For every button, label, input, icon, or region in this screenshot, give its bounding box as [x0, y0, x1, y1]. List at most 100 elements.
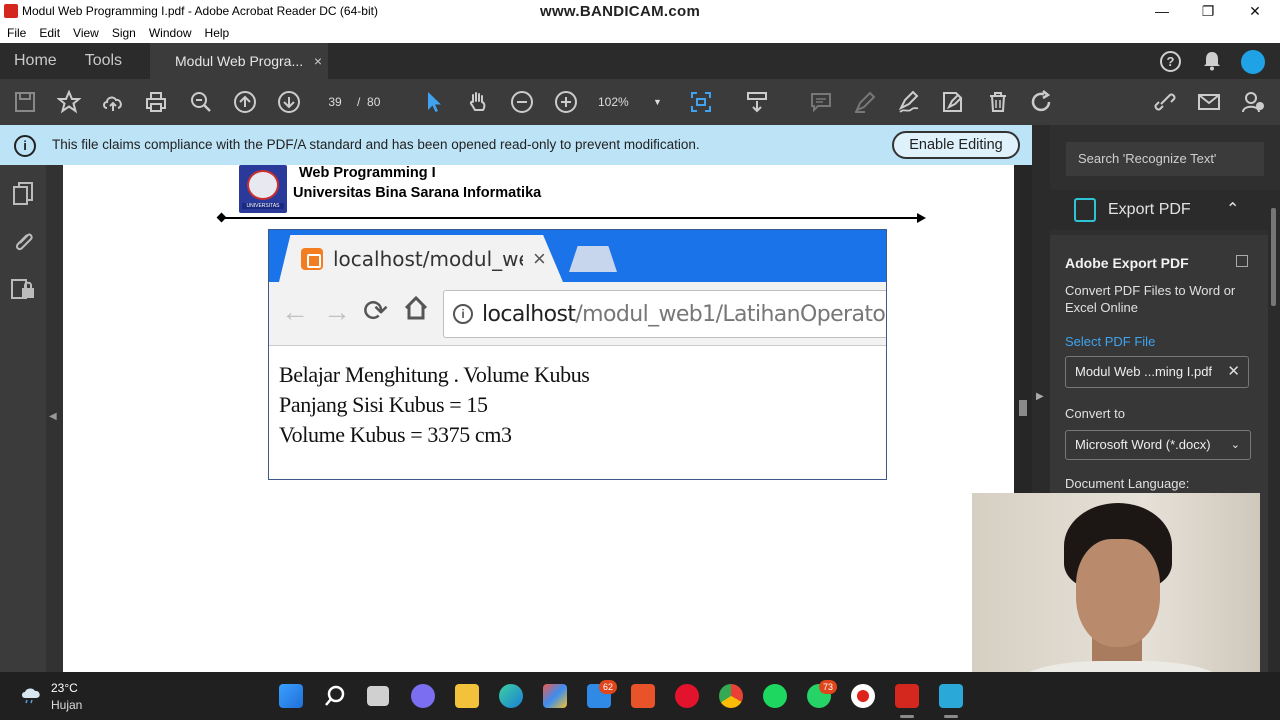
account-avatar[interactable]: [1241, 50, 1265, 74]
left-panel-collapse[interactable]: ◀: [46, 165, 63, 672]
right-panel-scrollbar-thumb[interactable]: [1271, 208, 1276, 306]
zoom-search-icon[interactable]: [188, 89, 214, 115]
export-title: Adobe Export PDF: [1065, 255, 1189, 271]
selected-file-name: Modul Web ...ming I.pdf: [1075, 364, 1213, 379]
menu-window[interactable]: Window: [142, 26, 198, 40]
save-icon[interactable]: [12, 89, 38, 115]
close-tab-icon[interactable]: ×: [314, 43, 322, 79]
zoom-in-icon[interactable]: [553, 89, 579, 115]
browser-url-box: i localhost/modul_web1/LatihanOperator.p…: [443, 290, 886, 338]
page-thumbnails-icon[interactable]: [12, 182, 34, 206]
document-scrollbar-thumb[interactable]: [1019, 400, 1027, 416]
link-sign-icon[interactable]: [1152, 89, 1178, 115]
url-path: /modul_web1/LatihanOperator.php: [575, 302, 886, 327]
email-icon[interactable]: [1196, 89, 1222, 115]
upload-cloud-icon[interactable]: [100, 89, 126, 115]
fill-sign-icon[interactable]: [940, 89, 966, 115]
rotate-icon[interactable]: [1028, 89, 1054, 115]
edge-browser-icon[interactable]: [499, 684, 523, 708]
comment-icon[interactable]: [808, 89, 834, 115]
selected-file-field[interactable]: Modul Web ...ming I.pdf ✕: [1065, 356, 1249, 388]
browser-page-output: Belajar Menghitung . Volume Kubus Panjan…: [279, 360, 590, 450]
expand-right-arrow-icon[interactable]: ▶: [1036, 391, 1044, 402]
zoom-out-icon[interactable]: [509, 89, 535, 115]
menu-file[interactable]: File: [0, 26, 32, 40]
copy-icon[interactable]: [1236, 255, 1248, 267]
zoom-level-dropdown[interactable]: 102% ▼: [598, 92, 666, 112]
help-icon[interactable]: ?: [1160, 51, 1181, 72]
clear-file-icon[interactable]: ✕: [1227, 357, 1240, 387]
search-icon[interactable]: [323, 684, 347, 708]
menu-sign[interactable]: Sign: [105, 26, 142, 40]
rain-cloud-icon[interactable]: [20, 686, 42, 704]
notepad-icon[interactable]: [939, 684, 963, 708]
recognize-text-search-input[interactable]: Search 'Recognize Text': [1066, 142, 1264, 176]
scrolling-mode-icon[interactable]: [744, 89, 770, 115]
export-pdf-header[interactable]: Export PDF ⌃: [1050, 190, 1268, 230]
bookmark-star-icon[interactable]: [56, 89, 82, 115]
next-page-icon[interactable]: [276, 89, 302, 115]
hand-tool-icon[interactable]: [465, 89, 491, 115]
university-logo: UNIVERSITAS: [239, 165, 287, 213]
bell-icon[interactable]: [1203, 51, 1221, 71]
browser-url-text: localhost/modul_web1/LatihanOperator.php: [482, 302, 886, 327]
url-host: localhost: [482, 302, 576, 327]
left-navigation-rail: [0, 125, 46, 672]
weather-description[interactable]: Hujan: [51, 698, 82, 712]
tab-bar: Home Tools Modul Web Progra... × ?: [0, 43, 1280, 79]
convert-format-value: Microsoft Word (*.docx): [1075, 437, 1211, 452]
teams-chat-icon[interactable]: [411, 684, 435, 708]
browser-reload-icon: ⟳: [363, 295, 389, 328]
document-lock-icon[interactable]: [10, 276, 36, 302]
weather-temperature[interactable]: 23°C: [51, 681, 78, 695]
menu-view[interactable]: View: [66, 26, 105, 40]
browser-address-bar: ← → ⟳ i localhost/modul_web1/LatihanOper…: [269, 282, 886, 346]
page-number-input[interactable]: 39: [318, 92, 352, 112]
select-pdf-file-link[interactable]: Select PDF File: [1065, 334, 1155, 349]
browser-back-icon: ←: [281, 296, 309, 327]
acrobat-active-indicator: [900, 715, 914, 718]
microsoft-store-icon[interactable]: [543, 684, 567, 708]
windows-start-icon[interactable]: [279, 684, 303, 708]
previous-page-icon[interactable]: [232, 89, 258, 115]
tab-home[interactable]: Home: [0, 43, 71, 79]
fit-page-icon[interactable]: [688, 89, 714, 115]
share-user-icon[interactable]: [1240, 89, 1266, 115]
bandicam-record-icon[interactable]: [851, 684, 875, 708]
print-icon[interactable]: [143, 89, 169, 115]
office-icon[interactable]: [631, 684, 655, 708]
enable-editing-button[interactable]: Enable Editing: [892, 131, 1020, 159]
draw-icon[interactable]: [896, 89, 922, 115]
right-panel-scrollbar[interactable]: [1268, 190, 1280, 672]
minimize-button[interactable]: —: [1139, 0, 1185, 22]
select-cursor-icon[interactable]: [421, 89, 447, 115]
chevron-up-icon[interactable]: ⌃: [1226, 199, 1239, 219]
chrome-browser-icon[interactable]: [719, 684, 743, 708]
spotify-icon[interactable]: [763, 684, 787, 708]
header-university-name: Universitas Bina Sarana Informatika: [293, 185, 542, 201]
menu-help[interactable]: Help: [198, 26, 236, 40]
acrobat-reader-icon[interactable]: [895, 684, 919, 708]
task-view-icon[interactable]: [367, 686, 389, 706]
restore-button[interactable]: ❐: [1185, 0, 1231, 22]
xampp-favicon-icon: [301, 248, 323, 270]
document-language-label: Document Language:: [1065, 476, 1190, 491]
window-title-bar: Modul Web Programming I.pdf - Adobe Acro…: [0, 0, 1280, 22]
acrobat-app-icon: [4, 4, 18, 18]
menu-edit[interactable]: Edit: [32, 26, 66, 40]
delete-trash-icon[interactable]: [985, 89, 1011, 115]
collapse-left-arrow-icon[interactable]: ◀: [49, 411, 57, 422]
highlight-pen-icon[interactable]: [852, 89, 878, 115]
tab-tools[interactable]: Tools: [71, 43, 136, 79]
chevron-down-icon: ⌄: [1230, 439, 1240, 451]
tab-document[interactable]: Modul Web Progra... ×: [150, 43, 328, 79]
opera-browser-icon[interactable]: [675, 684, 699, 708]
browser-forward-icon: →: [323, 296, 351, 327]
convert-format-dropdown[interactable]: Microsoft Word (*.docx) ⌄: [1065, 430, 1251, 460]
pdf-page[interactable]: UNIVERSITAS Web Programming I Universita…: [63, 165, 1014, 672]
file-explorer-icon[interactable]: [455, 684, 479, 708]
header-course-title: Web Programming I: [299, 165, 436, 181]
attachment-paperclip-icon[interactable]: [12, 229, 34, 253]
mail-unread-badge: 62: [599, 680, 617, 694]
close-window-button[interactable]: ✕: [1232, 0, 1278, 22]
